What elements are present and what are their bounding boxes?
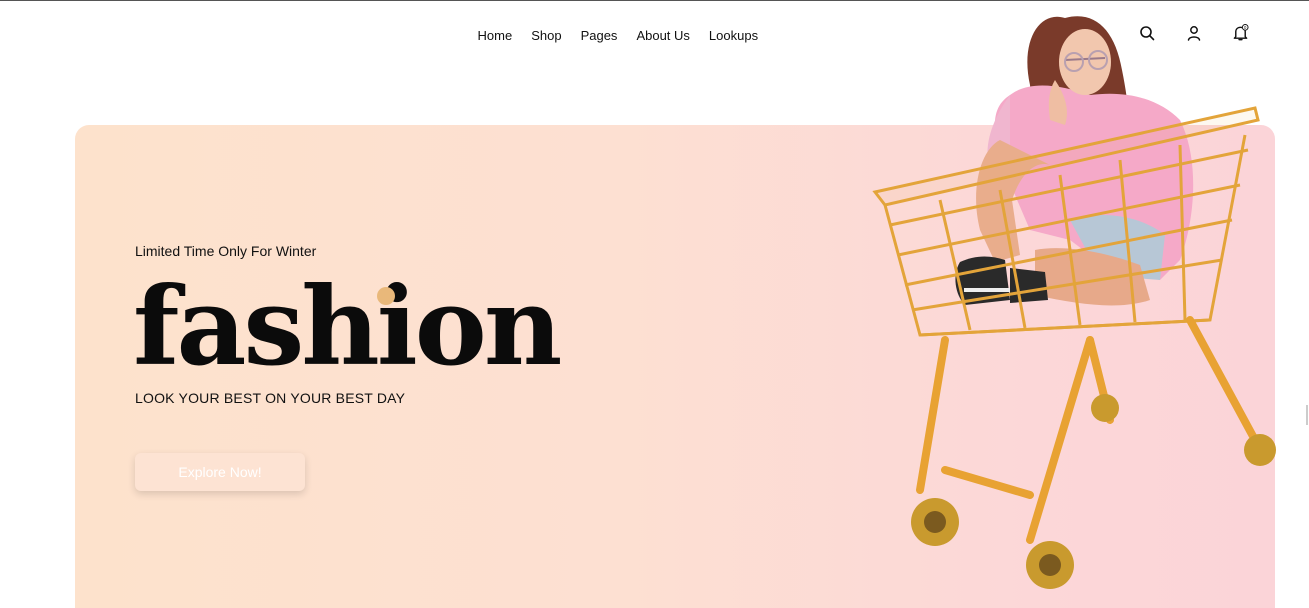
nav-pages[interactable]: Pages (571, 24, 627, 48)
headline-dot-accent (377, 287, 395, 305)
hero-tagline: LOOK YOUR BEST ON YOUR BEST DAY (135, 390, 406, 406)
nav-home[interactable]: Home (468, 24, 522, 48)
header-icons: 0 (1138, 24, 1249, 42)
search-icon[interactable] (1138, 24, 1155, 42)
main-nav: Home Shop Pages About Us Lookups (468, 24, 768, 48)
hero-image-woman-in-cart (872, 16, 1276, 589)
scroll-edge-marker (1306, 405, 1308, 425)
bell-icon[interactable]: 0 (1232, 24, 1249, 42)
hero-headline: fashion (133, 264, 562, 390)
user-icon[interactable] (1185, 24, 1202, 42)
explore-now-button[interactable]: Explore Now! (135, 453, 305, 491)
nav-lookups[interactable]: Lookups (699, 24, 767, 48)
hero-eyebrow: Limited Time Only For Winter (135, 243, 317, 259)
nav-shop[interactable]: Shop (522, 24, 571, 48)
nav-about-us[interactable]: About Us (627, 24, 699, 48)
